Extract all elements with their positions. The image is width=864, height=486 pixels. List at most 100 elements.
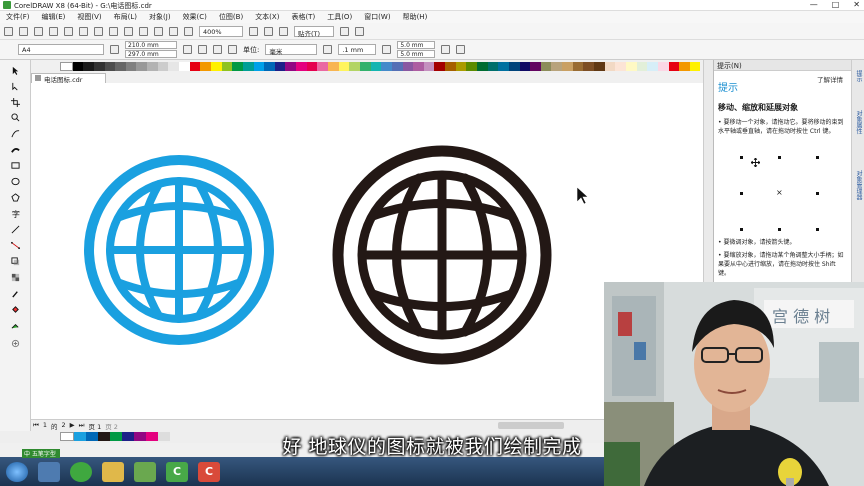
color-swatch[interactable]: [625, 62, 637, 71]
color-swatch[interactable]: [466, 62, 477, 71]
current-page-number[interactable]: 1: [43, 421, 47, 431]
color-swatch[interactable]: [189, 62, 201, 71]
menu-table[interactable]: 表格(T): [285, 12, 321, 22]
color-swatch[interactable]: [93, 62, 105, 71]
duplicate-y-input[interactable]: 5.0 mm: [397, 50, 436, 58]
menu-object[interactable]: 对象(J): [143, 12, 177, 22]
horizontal-scrollbar[interactable]: ⏮ 1 的 2 ▶ ⏭ 页 1 页 2: [31, 419, 703, 431]
docker-tab-object-manager[interactable]: 对象管理器: [854, 170, 863, 200]
file-explorer-icon[interactable]: [102, 461, 124, 482]
landscape-icon[interactable]: [198, 45, 207, 54]
nudge-distance-input[interactable]: .1 mm: [338, 44, 377, 55]
color-swatch[interactable]: [200, 62, 211, 71]
text-tool-icon[interactable]: 字: [11, 209, 20, 218]
grid-icon[interactable]: [279, 26, 288, 36]
learn-more-link[interactable]: 了解详情: [817, 76, 845, 84]
corel-connect-icon[interactable]: C: [198, 461, 220, 482]
undo-icon[interactable]: [109, 26, 118, 36]
page-tab-2[interactable]: 页 2: [105, 421, 118, 431]
rulers-icon[interactable]: [264, 26, 273, 36]
quick-customize-icon[interactable]: [456, 45, 466, 54]
docker-tab-object-properties[interactable]: 对象属性: [854, 110, 863, 134]
shape-tool-icon[interactable]: [11, 82, 20, 91]
color-swatch[interactable]: [232, 62, 243, 71]
menu-bitmaps[interactable]: 位图(B): [213, 12, 249, 22]
all-pages-icon[interactable]: [213, 45, 222, 54]
import-icon[interactable]: [154, 26, 163, 36]
browser-icon[interactable]: [70, 461, 92, 482]
arrow-icon[interactable]: [11, 66, 20, 75]
color-swatch[interactable]: [210, 62, 222, 71]
color-swatch[interactable]: [253, 62, 265, 71]
smart-fill-icon[interactable]: [11, 321, 20, 330]
color-swatch[interactable]: [328, 62, 339, 71]
color-swatch[interactable]: [679, 62, 690, 71]
color-swatch[interactable]: [381, 62, 392, 71]
color-swatch[interactable]: [615, 62, 626, 71]
eyedropper-icon[interactable]: [11, 289, 20, 298]
color-swatch[interactable]: [636, 62, 648, 71]
current-page-icon[interactable]: [228, 45, 237, 54]
color-swatch[interactable]: [147, 62, 158, 71]
duplicate-x-input[interactable]: 5.0 mm: [397, 41, 436, 49]
color-swatch[interactable]: [104, 62, 116, 71]
page-width-input[interactable]: 210.0 mm: [125, 41, 177, 49]
color-swatch[interactable]: [221, 62, 233, 71]
polygon-icon[interactable]: [11, 193, 20, 202]
no-color-swatch[interactable]: [60, 62, 73, 71]
corel-capture-icon[interactable]: C: [166, 461, 188, 482]
color-swatch[interactable]: [455, 62, 467, 71]
publish-pdf-icon[interactable]: [184, 26, 193, 36]
home-icon[interactable]: [35, 75, 41, 81]
units-select[interactable]: 毫米: [265, 44, 318, 56]
color-swatch[interactable]: [508, 62, 520, 71]
page-size-select[interactable]: A4: [18, 44, 104, 55]
cut-icon[interactable]: [64, 26, 73, 36]
search-content-icon[interactable]: [139, 26, 148, 36]
color-swatch[interactable]: [242, 62, 254, 71]
color-swatch[interactable]: [583, 62, 595, 71]
color-swatch[interactable]: [413, 62, 424, 71]
color-swatch[interactable]: [434, 62, 446, 71]
drawing-canvas[interactable]: [31, 83, 703, 419]
color-swatch[interactable]: [668, 62, 680, 71]
start-button[interactable]: [6, 461, 28, 482]
color-swatch[interactable]: [125, 62, 137, 71]
menu-layout[interactable]: 布局(L): [108, 12, 143, 22]
color-swatch[interactable]: [349, 62, 360, 71]
zoom-icon[interactable]: [11, 113, 20, 122]
paste-icon[interactable]: [94, 26, 103, 36]
gear-icon[interactable]: [340, 26, 349, 36]
close-button[interactable]: ✕: [853, 0, 860, 9]
color-swatch[interactable]: [317, 62, 329, 71]
full-screen-icon[interactable]: [249, 26, 258, 36]
scroll-thumb[interactable]: [498, 422, 564, 429]
color-swatch[interactable]: [264, 62, 275, 71]
add-tool-icon[interactable]: [11, 339, 20, 348]
treat-as-filled-icon[interactable]: [441, 45, 451, 54]
color-swatch[interactable]: [136, 62, 148, 71]
color-swatch[interactable]: [572, 62, 584, 71]
color-swatch[interactable]: [562, 62, 573, 71]
restore-button[interactable]: □: [832, 0, 840, 9]
application-launcher-icon[interactable]: [355, 26, 364, 36]
color-swatch[interactable]: [519, 62, 531, 71]
menu-file[interactable]: 文件(F): [0, 12, 36, 22]
menu-help[interactable]: 帮助(H): [397, 12, 434, 22]
artistic-media-icon[interactable]: [11, 145, 20, 154]
zoom-level-select[interactable]: 400%: [199, 25, 243, 37]
rectangle-icon[interactable]: [11, 161, 20, 170]
color-swatch[interactable]: [689, 62, 701, 71]
color-swatch[interactable]: [647, 62, 658, 71]
coreldraw-taskbar-icon[interactable]: [134, 461, 156, 482]
taskbar-app-icon[interactable]: [38, 461, 60, 482]
connector-icon[interactable]: [11, 241, 20, 250]
open-icon[interactable]: [19, 26, 28, 36]
color-swatch[interactable]: [487, 62, 499, 71]
hints-docker-header[interactable]: 提示(N): [714, 60, 851, 71]
color-swatch[interactable]: [338, 62, 350, 71]
page-tab-1[interactable]: 页 1: [89, 421, 102, 431]
color-swatch[interactable]: [423, 62, 435, 71]
color-swatch[interactable]: [604, 62, 616, 71]
new-document-icon[interactable]: [4, 26, 13, 36]
